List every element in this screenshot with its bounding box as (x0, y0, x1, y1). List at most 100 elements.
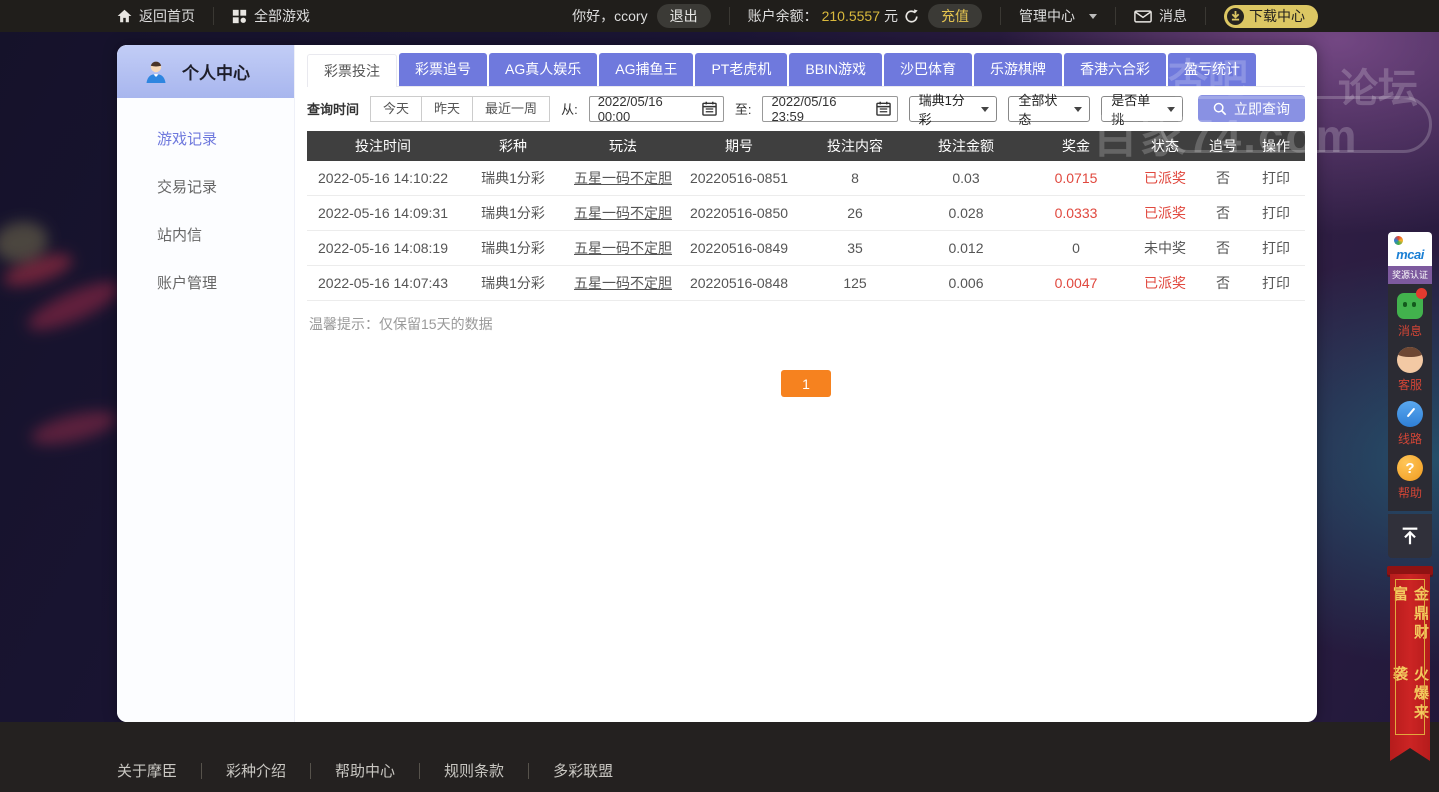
sidebar: 个人中心 游戏记录 交易记录 站内信 账户管理 (117, 45, 295, 722)
refresh-icon[interactable] (904, 8, 919, 24)
query-button[interactable]: 立即查询 (1198, 95, 1306, 122)
main-panel: 个人中心 游戏记录 交易记录 站内信 账户管理 彩票投注 彩票追号 AG真人娱乐 AG捕鱼王… (117, 45, 1317, 722)
tab-hk-mark-six[interactable]: 香港六合彩 (1064, 53, 1167, 86)
query-time-label: 查询时间 (307, 102, 360, 117)
topbar-separator (728, 7, 730, 25)
footer-link-multicolor-alliance[interactable]: 多彩联盟 (553, 760, 613, 781)
quick-range-last-week[interactable]: 最近一周 (472, 95, 551, 122)
from-date-input[interactable]: 2022/05/16 00:00 (588, 93, 724, 124)
status-select[interactable]: 全部状态 (1008, 93, 1091, 127)
sidebar-item-account-management[interactable]: 账户管理 (117, 260, 294, 308)
column-header-1: 彩种 (499, 138, 527, 154)
column-header-7: 状态 (1151, 138, 1179, 154)
mcai-cert-logo[interactable]: mcai (1388, 232, 1432, 266)
tab-pt-slots[interactable]: PT老虎机 (695, 53, 788, 86)
lottery-select-value: 瑞典1分彩 (918, 92, 965, 127)
status-select-value: 全部状态 (1018, 92, 1058, 127)
footer-link-help-center[interactable]: 帮助中心 (335, 760, 395, 781)
balance-value: 210.5557 (821, 8, 880, 24)
back-home-link[interactable]: 返回首页 (117, 6, 195, 26)
widget-item-label-help: 帮助 (1397, 486, 1422, 500)
from-date-value: 2022/05/16 00:00 (597, 93, 663, 124)
status: 未中奖 (1144, 240, 1186, 256)
sidebar-item-transaction-records[interactable]: 交易记录 (117, 164, 294, 212)
bet-records-table: 投注时间 彩种 玩法 期号 投注内容 投注金额 奖金 状态 追号 操作 2022-05-16 14… (307, 131, 1305, 301)
widget-item-line[interactable]: 线路 (1388, 397, 1432, 451)
tab-leyou-chess[interactable]: 乐游棋牌 (974, 53, 1063, 86)
widget-item-label-line: 线路 (1397, 432, 1422, 446)
filter-bar: 查询时间 今天 昨天 最近一周 从: 2022/05/16 00:00 至: 202… (307, 93, 1306, 127)
footer-link-rules-terms[interactable]: 规则条款 (444, 760, 504, 781)
tab-ag-live[interactable]: AG真人娱乐 (489, 53, 598, 86)
widget-item-service[interactable]: 客服 (1388, 343, 1432, 397)
widget-item-message[interactable]: 消息 (1388, 288, 1432, 343)
tab-bbin-games[interactable]: BBIN游戏 (789, 53, 883, 86)
print-action[interactable]: 打印 (1247, 238, 1305, 258)
admin-center-menu[interactable]: 管理中心 (1019, 6, 1097, 26)
print-action[interactable]: 打印 (1247, 168, 1305, 188)
bg-red-streak (28, 404, 120, 452)
chase: 否 (1216, 275, 1230, 291)
page-1-button[interactable]: 1 (781, 370, 831, 397)
top-bar: 返回首页 全部游戏 你好，ccory 退出 账户余额： 210.5557 元 充… (0, 0, 1439, 32)
column-header-0: 投注时间 (355, 138, 411, 154)
from-label: 从: (561, 102, 578, 117)
play-method[interactable]: 五星一码不定胆 (567, 273, 679, 293)
play-method[interactable]: 五星一码不定胆 (567, 203, 679, 223)
retention-tip: 温馨提示：仅保留15天的数据 (309, 316, 493, 332)
chase: 否 (1216, 205, 1230, 221)
quick-range-today[interactable]: 今天 (370, 95, 423, 122)
tab-saba-sports[interactable]: 沙巴体育 (884, 53, 973, 86)
line-icon (1397, 401, 1423, 427)
play-method[interactable]: 五星一码不定胆 (567, 238, 679, 258)
back-to-top-button[interactable] (1388, 514, 1432, 558)
sidebar-menu: 游戏记录 交易记录 站内信 账户管理 (117, 98, 294, 308)
table-header-row: 投注时间 彩种 玩法 期号 投注内容 投注金额 奖金 状态 追号 操作 (307, 131, 1305, 161)
cert-label: 奖源认证 (1388, 266, 1432, 284)
prize: 0.0715 (1054, 170, 1098, 186)
messages-link[interactable]: 消息 (1134, 6, 1187, 26)
print-action[interactable]: 打印 (1247, 273, 1305, 293)
footer-separator (201, 762, 203, 779)
calendar-icon[interactable] (875, 101, 891, 116)
recharge-button[interactable]: 充值 (928, 4, 982, 28)
quick-range-yesterday[interactable]: 昨天 (421, 95, 474, 122)
banner-rod (1387, 566, 1433, 575)
tab-ag-fishing[interactable]: AG捕鱼王 (599, 53, 694, 86)
tab-lottery-bet[interactable]: 彩票投注 (307, 54, 397, 87)
single-select[interactable]: 是否单挑 (1101, 93, 1184, 127)
lottery-type: 瑞典1分彩 (481, 275, 545, 291)
logout-button[interactable]: 退出 (656, 4, 711, 28)
chevron-down-icon (1167, 106, 1176, 116)
play-method[interactable]: 五星一码不定胆 (567, 168, 679, 188)
all-games-link[interactable]: 全部游戏 (232, 6, 310, 26)
lottery-select[interactable]: 瑞典1分彩 (908, 93, 998, 127)
download-center-button[interactable]: 下载中心 (1224, 4, 1318, 28)
tab-bar: 彩票投注 彩票追号 AG真人娱乐 AG捕鱼王 PT老虎机 BBIN游戏 沙巴体育 乐游棋牌 香港… (307, 53, 1305, 87)
footer-link-about-mochen[interactable]: 关于摩臣 (117, 760, 177, 781)
to-label: 至: (734, 102, 752, 117)
print-action[interactable]: 打印 (1247, 203, 1305, 223)
widget-item-help[interactable]: ? 帮助 (1388, 451, 1432, 505)
table-body: 2022-05-16 14:10:22 瑞典1分彩 五星一码不定胆 20220516-… (307, 161, 1305, 301)
balance-unit: 元 (884, 8, 898, 24)
tab-profit-stats[interactable]: 盈亏统计 (1168, 53, 1257, 86)
to-date-input[interactable]: 2022/05/16 23:59 (762, 94, 898, 124)
calendar-icon[interactable] (702, 101, 717, 116)
bet-time: 2022-05-16 14:07:43 (318, 275, 448, 291)
service-icon (1397, 347, 1423, 373)
tab-lottery-chase[interactable]: 彩票追号 (399, 53, 487, 86)
promo-banner[interactable]: 金鼎财富 火爆来袭 (1387, 566, 1433, 761)
quick-range-group: 今天 昨天 最近一周 (370, 95, 551, 122)
help-icon: ? (1397, 455, 1423, 481)
table-row: 2022-05-16 14:07:43 瑞典1分彩 五星一码不定胆 20220516-… (307, 266, 1305, 301)
sidebar-item-site-mail[interactable]: 站内信 (117, 212, 294, 260)
footer-link-lottery-intro[interactable]: 彩种介绍 (226, 760, 286, 781)
column-header-4: 投注内容 (827, 138, 883, 154)
bet-amount: 0.006 (948, 275, 984, 291)
banner-frame (1395, 579, 1425, 735)
avatar-icon (143, 59, 169, 85)
sidebar-item-game-records[interactable]: 游戏记录 (117, 116, 294, 164)
bet-time: 2022-05-16 14:09:31 (318, 205, 448, 221)
bet-time: 2022-05-16 14:08:19 (318, 240, 448, 256)
